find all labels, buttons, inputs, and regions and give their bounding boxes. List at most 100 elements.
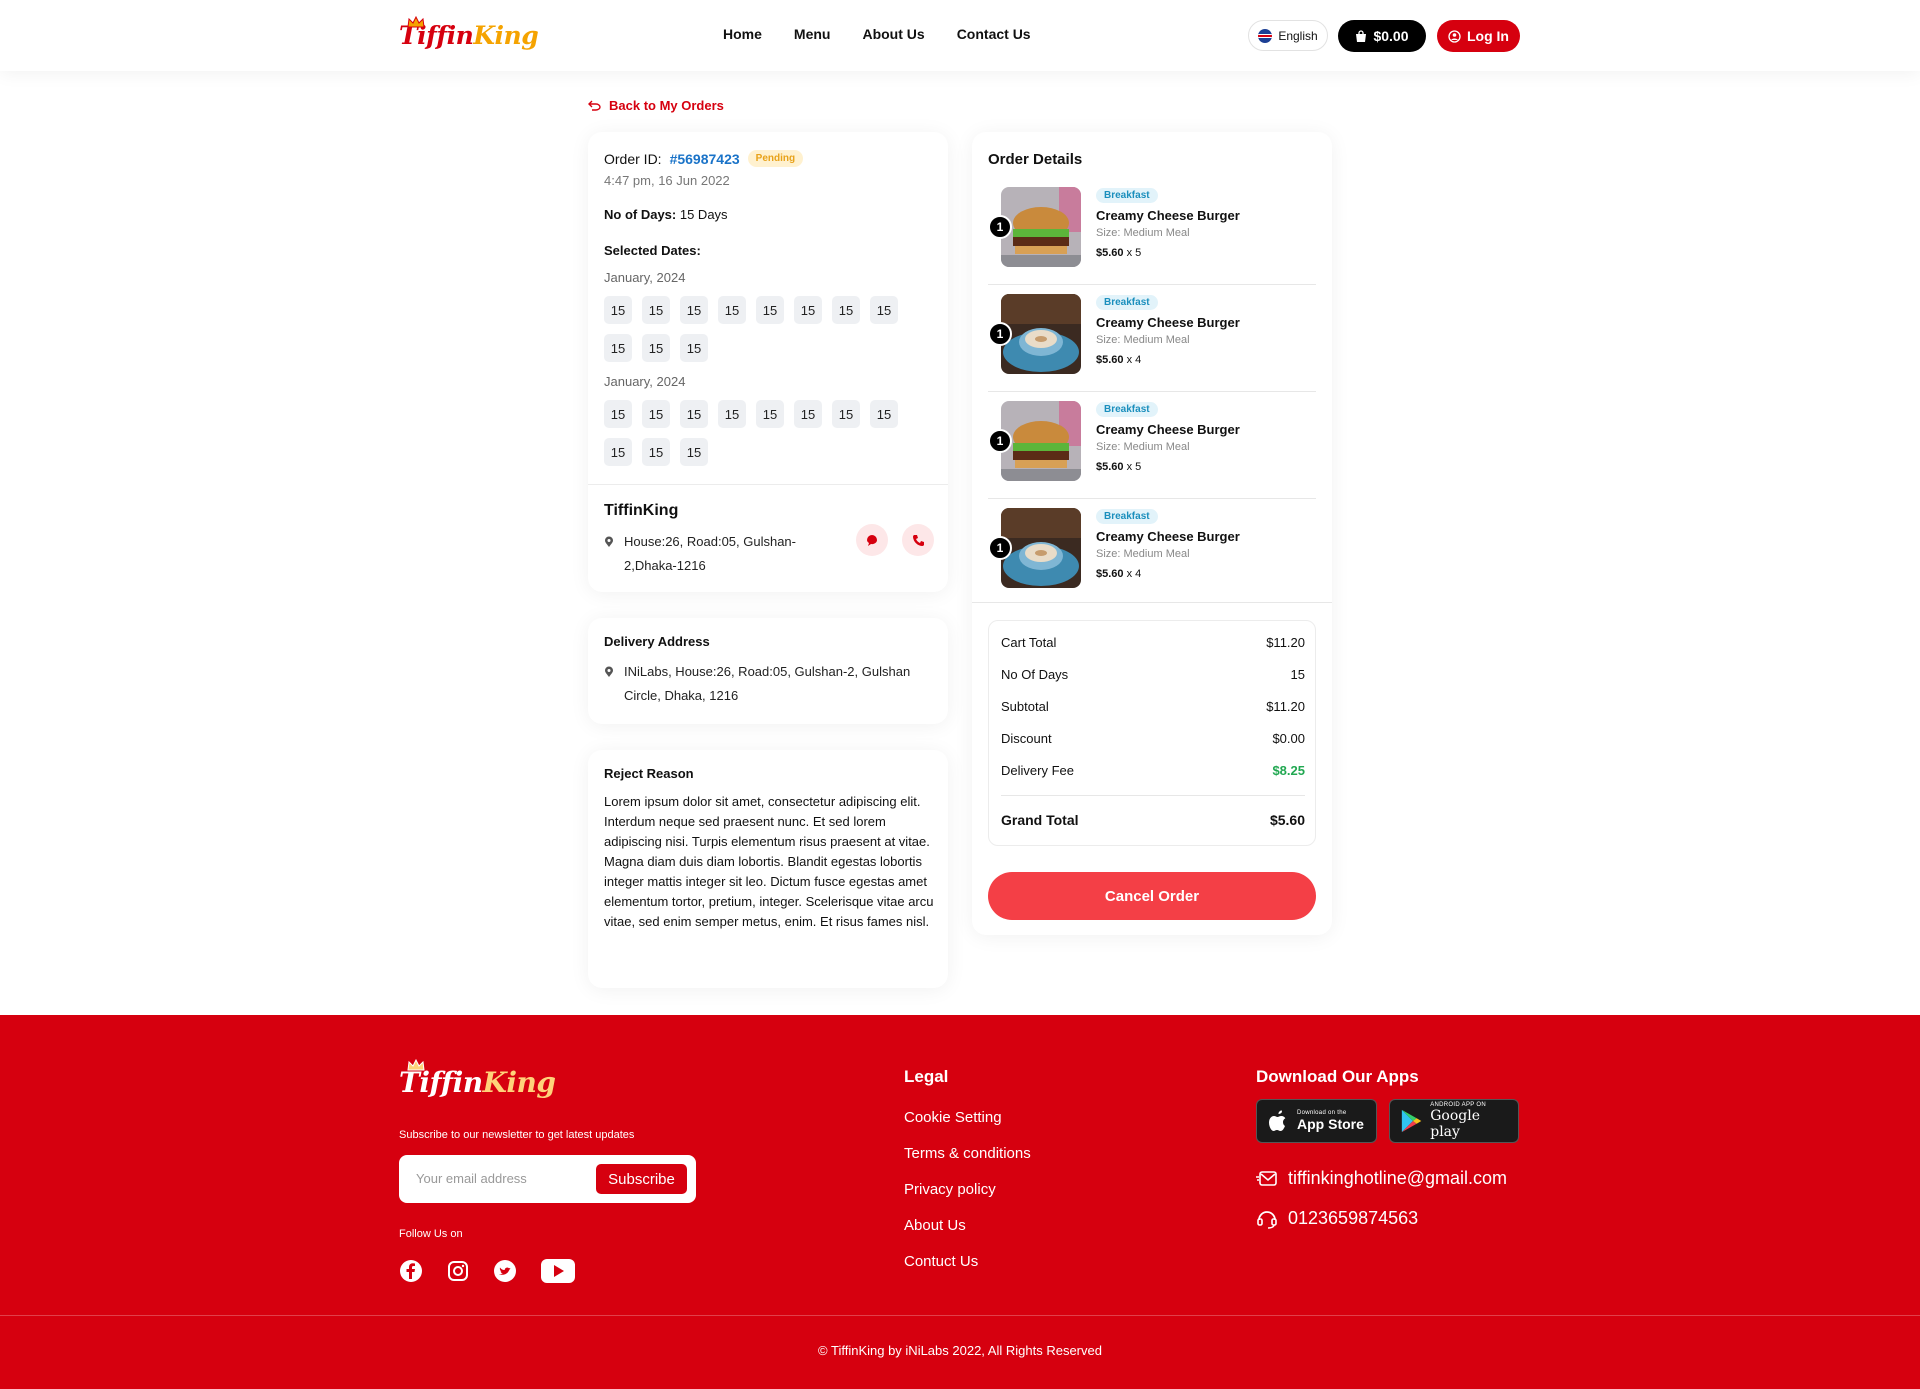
footer-phone[interactable]: 0123659874563 [1256, 1208, 1418, 1229]
order-details-title: Order Details [988, 151, 1083, 168]
nav-contact-us[interactable]: Contact Us [957, 26, 1031, 42]
copyright: © TiffinKing by iNiLabs 2022, All Rights… [818, 1343, 1102, 1358]
mail-icon [1256, 1170, 1277, 1186]
delivery-address-card: Delivery Address INiLabs, House:26, Road… [588, 618, 948, 724]
quantity-badge: 1 [988, 429, 1012, 453]
item-size: Size: Medium Meal [1096, 334, 1190, 346]
divider [588, 484, 948, 485]
subscribe-button[interactable]: Subscribe [596, 1164, 687, 1194]
logo[interactable]: TiffinKing [399, 16, 539, 54]
call-button[interactable] [902, 524, 934, 556]
email-input[interactable]: Your email address [416, 1171, 527, 1186]
reject-text: Lorem ipsum dolor sit amet, consectetur … [604, 794, 934, 929]
footer-logo[interactable]: TiffinKing [399, 1059, 556, 1101]
date-chip: 15 [604, 296, 632, 324]
app-store-button[interactable]: Download on the App Store [1256, 1099, 1377, 1143]
divider [972, 602, 1332, 603]
quantity-badge: 1 [988, 536, 1012, 560]
reject-reason-card: Reject Reason Lorem ipsum dolor sit amet… [588, 750, 948, 988]
category-tag: Breakfast [1096, 509, 1158, 524]
date-chip: 15 [680, 400, 708, 428]
reject-title: Reject Reason [604, 766, 694, 781]
item-name: Creamy Cheese Burger [1096, 315, 1240, 330]
summary-row-subtotal: Subtotal $11.20 [1001, 699, 1305, 714]
item-size: Size: Medium Meal [1096, 548, 1190, 560]
chat-button[interactable] [856, 524, 888, 556]
date-chip: 15 [718, 296, 746, 324]
login-button[interactable]: Log In [1437, 20, 1520, 52]
date-chip: 15 [718, 400, 746, 428]
item-price: $5.60 x 5 [1096, 247, 1142, 259]
footer-link-terms[interactable]: Terms & conditions [904, 1145, 1031, 1162]
cart-button[interactable]: $0.00 [1338, 20, 1426, 52]
date-chip: 15 [642, 400, 670, 428]
item-name: Creamy Cheese Burger [1096, 422, 1240, 437]
summary-row-discount: Discount $0.00 [1001, 731, 1305, 746]
app-store-text: Download on the App Store [1297, 1110, 1364, 1132]
location-pin-icon [605, 536, 613, 547]
back-label: Back to My Orders [609, 98, 724, 113]
youtube-icon[interactable] [541, 1259, 575, 1283]
chat-icon [867, 534, 878, 546]
footer-link-privacy[interactable]: Privacy policy [904, 1181, 996, 1198]
month-label: January, 2024 [604, 374, 686, 389]
footer-link-contact-us[interactable]: Contuct Us [904, 1253, 978, 1270]
date-chip: 15 [870, 296, 898, 324]
phone-text: 0123659874563 [1288, 1208, 1419, 1228]
language-label: English [1278, 28, 1318, 43]
date-chip: 15 [832, 296, 860, 324]
headset-icon [1257, 1210, 1277, 1229]
order-item: 1 Breakfast Creamy Cheese Burger Size: M… [988, 499, 1316, 606]
summary-row-no-of-days: No Of Days 15 [1001, 667, 1305, 682]
footer-link-cookie-setting[interactable]: Cookie Setting [904, 1109, 1002, 1126]
date-chip: 15 [832, 400, 860, 428]
date-grid: 15 15 15 15 15 15 15 15 15 15 15 [604, 296, 924, 362]
nav-menu[interactable]: Menu [794, 26, 831, 42]
nav-about-us[interactable]: About Us [862, 26, 924, 42]
order-details-card: Order Details 1 Breakfast Creamy Cheese … [972, 132, 1332, 935]
login-label: Log In [1467, 28, 1509, 44]
cancel-order-button[interactable]: Cancel Order [988, 872, 1316, 920]
nav-home[interactable]: Home [723, 26, 762, 42]
restaurant-address: House:26, Road:05, Gulshan-2,Dhaka-1216 [624, 534, 796, 573]
facebook-icon[interactable] [399, 1259, 423, 1283]
footer-divider [0, 1315, 1920, 1316]
coffee-image [1001, 294, 1081, 374]
item-size: Size: Medium Meal [1096, 227, 1190, 239]
footer-email[interactable]: tiffinkinghotline@gmail.com [1256, 1168, 1507, 1189]
date-chip: 15 [680, 438, 708, 466]
twitter-icon[interactable] [493, 1259, 517, 1283]
google-play-button[interactable]: ANDROID APP ON Google play [1389, 1099, 1519, 1143]
back-to-orders-link[interactable]: Back to My Orders [588, 98, 724, 113]
date-chip: 15 [870, 400, 898, 428]
order-item: 1 Breakfast Creamy Cheese Burger Size: M… [988, 285, 1316, 392]
google-play-text: ANDROID APP ON Google play [1430, 1102, 1487, 1140]
quantity-badge: 1 [988, 215, 1012, 239]
date-chip: 15 [604, 400, 632, 428]
item-name: Creamy Cheese Burger [1096, 208, 1240, 223]
crown-icon [407, 1059, 425, 1071]
instagram-icon[interactable] [447, 1260, 469, 1282]
location-pin-icon [605, 666, 613, 677]
uk-flag-icon [1258, 28, 1273, 43]
burger-image [1001, 187, 1081, 267]
apple-icon [1269, 1110, 1286, 1131]
top-header: TiffinKing Home Menu About Us Contact Us… [0, 0, 1920, 71]
user-circle-icon [1448, 29, 1461, 43]
item-name: Creamy Cheese Burger [1096, 529, 1240, 544]
price-summary: Cart Total $11.20 No Of Days 15 Subtotal $1… [988, 620, 1316, 846]
no-of-days: No of Days: 15 Days [604, 207, 728, 222]
item-size: Size: Medium Meal [1096, 441, 1190, 453]
footer-link-about-us[interactable]: About Us [904, 1217, 966, 1234]
date-chip: 15 [642, 296, 670, 324]
summary-row-grand-total: Grand Total $5.60 [1001, 812, 1305, 828]
social-links [399, 1259, 575, 1283]
delivery-address: INiLabs, House:26, Road:05, Gulshan-2, G… [624, 664, 911, 703]
order-id[interactable]: #56987423 [670, 151, 740, 167]
phone-icon [912, 534, 924, 546]
newsletter-form: Your email address Subscribe [399, 1155, 696, 1203]
date-grid: 15 15 15 15 15 15 15 15 15 15 15 [604, 400, 924, 466]
language-selector[interactable]: English [1248, 20, 1328, 51]
newsletter-text: Subscribe to our newsletter to get lates… [399, 1129, 635, 1141]
order-item: 1 Breakfast Creamy Cheese Burger Size: M… [988, 178, 1316, 285]
